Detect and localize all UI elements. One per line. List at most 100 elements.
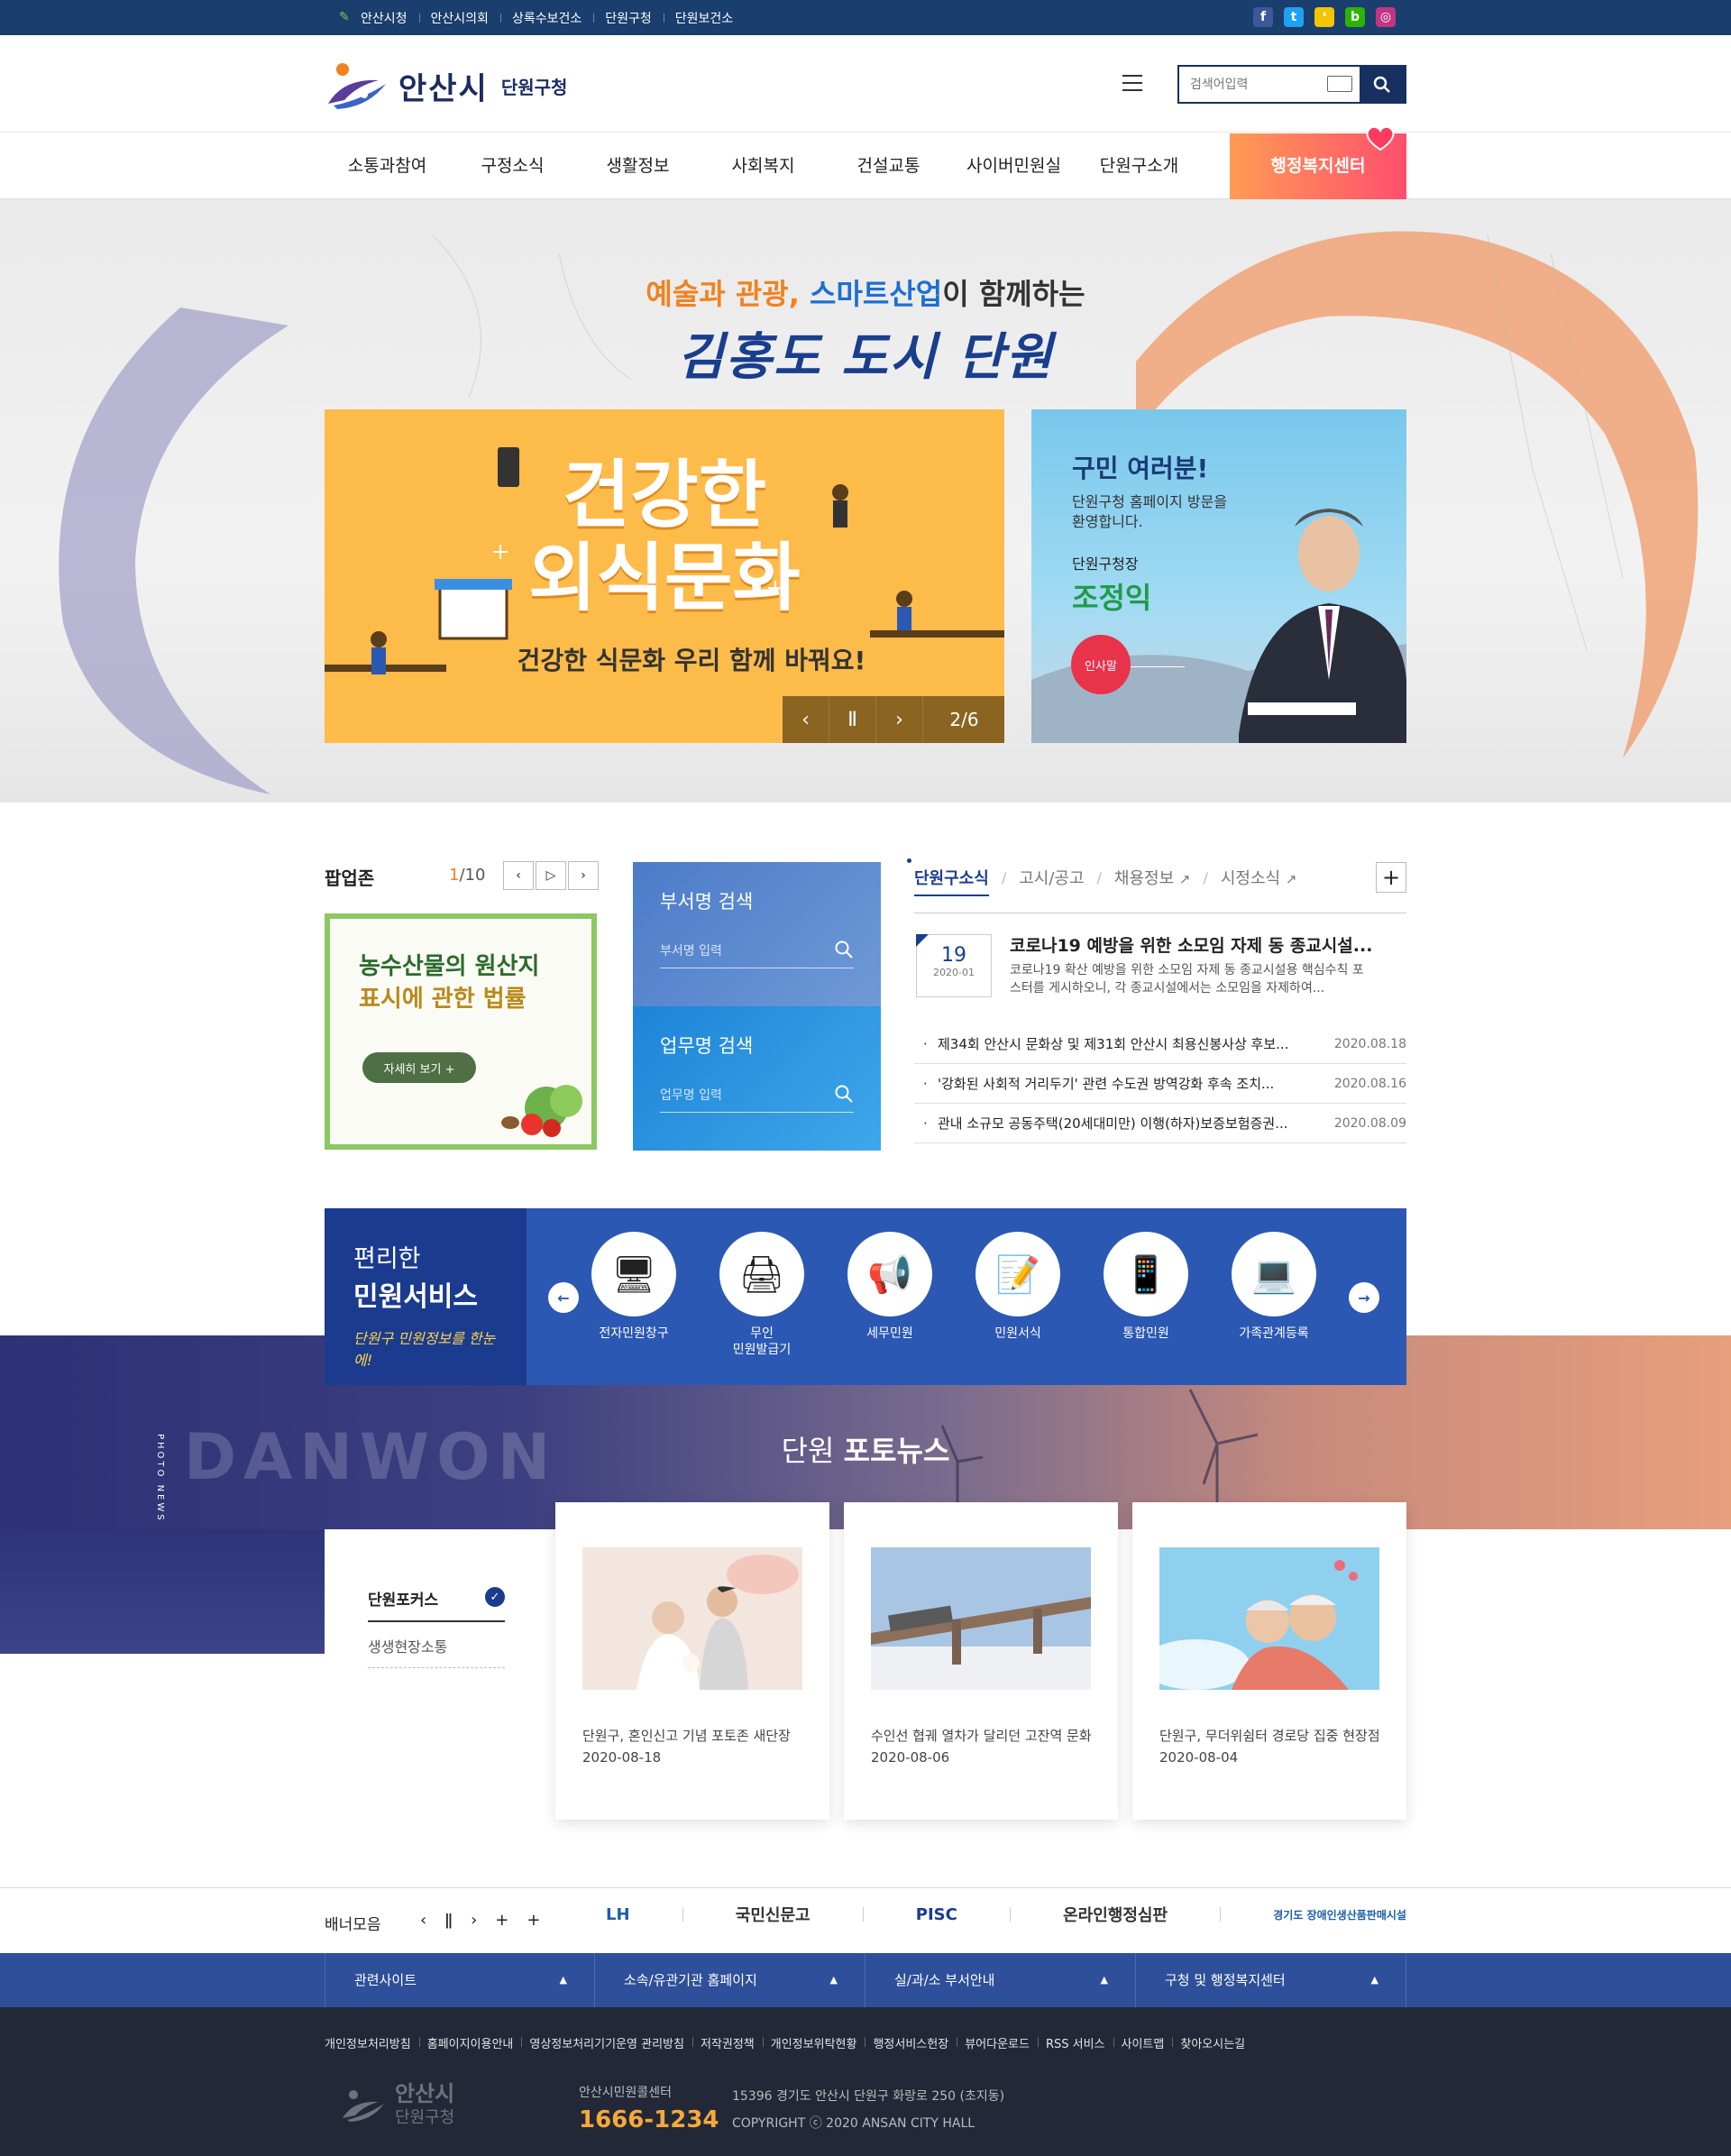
tab-recruit[interactable]: 채용정보 ↗ <box>1114 866 1191 889</box>
main-navigation: 소통과참여 구정소식 생활정보 사회복지 건설교통 사이버민원실 단원구소개 행… <box>0 125 1731 199</box>
affiliated-sites-select[interactable]: 소속/유관기관 홈페이지 ▲ <box>595 1953 866 2007</box>
popup-more-button[interactable]: 자세히 보기 + <box>362 1052 476 1083</box>
photonews-title: 단원 포토뉴스 <box>781 1434 950 1468</box>
nav-item-living-info[interactable]: 생활정보 <box>575 133 701 199</box>
list-item[interactable]: · 관내 소규모 공동주택(20세대미만) 이행(하자)보증보험증권... 2020… <box>914 1104 1406 1143</box>
footer-link[interactable]: RSS 서비스 <box>1037 2034 1113 2051</box>
dept-search-input[interactable]: 부서명 입력 <box>660 940 854 968</box>
banner-logo[interactable]: 국민신문고 <box>736 1903 811 1926</box>
footer-link[interactable]: 개인정보처리방침 <box>325 2034 419 2051</box>
photo-card-date: 2020-08-06 <box>871 1749 950 1766</box>
civil-service-item[interactable]: 🖥 전자민원창구 <box>591 1232 676 1358</box>
nav-welfare-center-button[interactable]: 행정복지센터 <box>1230 125 1406 199</box>
popup-banner[interactable]: 농수산물의 원산지 표시에 관한 법률 자세히 보기 + <box>325 913 597 1150</box>
nav-item-cyber-civil[interactable]: 사이버민원실 <box>951 133 1076 199</box>
photonews-menu-focus[interactable]: 단원포커스 ✓ <box>368 1587 505 1622</box>
family-link-council[interactable]: 안산시의회 <box>418 9 500 27</box>
banner-logo[interactable]: LH <box>606 1905 630 1924</box>
popup-prev-icon[interactable]: ‹ <box>503 861 534 890</box>
tab-city-news[interactable]: 시정소식 ↗ <box>1221 866 1297 889</box>
virtual-keyboard-icon[interactable] <box>1327 76 1352 92</box>
news-more-button[interactable]: + <box>1376 862 1406 893</box>
search-icon[interactable] <box>834 940 854 959</box>
greeting-button[interactable]: 인사말 <box>1071 635 1131 694</box>
nav-item-construction[interactable]: 건설교통 <box>826 133 951 199</box>
banner-next-icon[interactable]: › <box>471 1911 477 1930</box>
photo-card[interactable]: 단원구, 혼인신고 기념 포토존 새단장 2020-08-18 <box>555 1502 829 1820</box>
featured-news-desc: 코로나19 확산 예방을 위한 소모임 자제 동 종교시설용 핵심수칙 포스터를… <box>1010 963 1364 995</box>
footer-link[interactable]: 행정서비스헌장 <box>865 2034 957 2051</box>
footer-link[interactable]: 뷰어다운로드 <box>957 2034 1038 2051</box>
family-link-sangnoksu-health[interactable]: 상록수보건소 <box>499 9 593 27</box>
banner-logo[interactable]: 온라인행정심판 <box>1063 1903 1168 1926</box>
footer-link[interactable]: 개인정보위탁현황 <box>762 2034 866 2051</box>
all-menu-icon[interactable] <box>1122 75 1142 91</box>
civil-service-item[interactable]: 📱 통합민원 <box>1104 1232 1188 1358</box>
printer-icon: 🖨 <box>719 1232 804 1317</box>
next-arrow-icon[interactable]: › <box>876 696 923 743</box>
tab-notice[interactable]: 고시/공고 <box>1019 866 1084 889</box>
twitter-icon[interactable]: t <box>1284 7 1304 27</box>
search-button[interactable] <box>1360 67 1405 102</box>
service-next-icon[interactable]: → <box>1349 1282 1379 1313</box>
facebook-icon[interactable]: f <box>1253 7 1273 27</box>
related-sites-select[interactable]: 관련사이트 ▲ <box>325 1953 595 2007</box>
family-link-danwon-health[interactable]: 단원보건소 <box>663 9 745 27</box>
banner-logo[interactable]: PISC <box>916 1905 957 1924</box>
search-input[interactable] <box>1179 67 1327 102</box>
footer-link[interactable]: 영상정보처리기기운영 관리방침 <box>521 2034 692 2051</box>
instagram-icon[interactable]: ◎ <box>1376 7 1396 27</box>
nav-item-about[interactable]: 단원구소개 <box>1076 133 1202 199</box>
department-guide-select[interactable]: 실/과/소 부서안내 ▲ <box>866 1953 1136 2007</box>
photonews-menu-field[interactable]: 생생현장소통 <box>368 1622 505 1668</box>
civil-service-item[interactable]: 📝 민원서식 <box>975 1232 1060 1358</box>
civil-service-item[interactable]: 💻 가족관계등록 <box>1232 1232 1316 1358</box>
external-link-icon: ↗ <box>1178 871 1191 887</box>
kakaostory-icon[interactable]: ❛ <box>1314 7 1334 27</box>
search-icon[interactable] <box>834 1084 854 1104</box>
photo-card[interactable]: 수인선 협궤 열차가 달리던 고잔역 문화 2020-08-06 <box>844 1502 1118 1820</box>
popupzone-counter: 1/10 <box>449 866 486 885</box>
pen-icon: ✎ <box>339 9 350 24</box>
nav-item-welfare[interactable]: 사회복지 <box>701 133 826 199</box>
banner-more-icon[interactable]: + <box>527 1911 540 1930</box>
top-bar: ✎ 안산시청 안산시의회 상록수보건소 단원구청 단원보건소 f t ❛ b ◎ <box>0 0 1731 38</box>
nav-item-communication[interactable]: 소통과참여 <box>325 133 450 199</box>
task-search-input[interactable]: 업무명 입력 <box>660 1084 854 1113</box>
pause-icon[interactable]: Ⅱ <box>829 696 876 743</box>
footer-link[interactable]: 찾아오시는길 <box>1172 2034 1253 2051</box>
featured-news-title[interactable]: 코로나19 예방을 위한 소모임 자제 동 종교시설... <box>1010 932 1372 957</box>
mayor-role: 단원구청장 <box>1072 555 1139 573</box>
banner-prev-icon[interactable]: ‹ <box>420 1911 426 1930</box>
service-prev-icon[interactable]: ← <box>548 1282 579 1313</box>
civil-service-label: 민원서식 <box>994 1326 1041 1341</box>
site-logo[interactable]: 안산시 단원구청 <box>325 60 567 111</box>
footer-link[interactable]: 홈페이지이용안내 <box>418 2034 522 2051</box>
footer-link[interactable]: 사이트맵 <box>1113 2034 1173 2051</box>
call-center-number[interactable]: 1666-1234 <box>579 2106 719 2133</box>
civil-service-item[interactable]: 🖨 무인 민원발급기 <box>719 1232 804 1358</box>
office-center-select[interactable]: 구청 및 행정복지센터 ▲ <box>1136 1953 1406 2007</box>
family-link-ansan-city[interactable]: ✎ 안산시청 <box>337 9 419 38</box>
dept-search-box: 부서명 검색 부서명 입력 <box>633 862 881 1006</box>
banner-pause-icon[interactable]: ǁ <box>444 1911 453 1930</box>
main-visual: 예술과 관광, 스마트산업이 함께하는 김홍도 도시 단원 건강한 외식문화 건강… <box>0 199 1731 803</box>
tab-danwon-news[interactable]: 단원구소식 <box>907 858 989 896</box>
photo-card[interactable]: 단원구, 무더위쉼터 경로당 집중 현장점 2020-08-04 <box>1132 1502 1406 1820</box>
civil-service-item[interactable]: 📢 세무민원 <box>847 1232 932 1358</box>
list-item[interactable]: · '강화된 사회적 거리두기' 관련 수도권 방역강화 후속 조치... 2020… <box>914 1064 1406 1104</box>
blog-icon[interactable]: b <box>1345 7 1365 27</box>
nav-item-district-news[interactable]: 구정소식 <box>450 133 575 199</box>
popup-next-icon[interactable]: › <box>568 861 599 890</box>
banner-add-icon[interactable]: + <box>495 1911 508 1930</box>
banner-logo[interactable]: 경기도 장애인생산품판매시설 <box>1273 1907 1406 1922</box>
main-banner-slide[interactable]: 건강한 외식문화 건강한 식문화 우리 함께 바꿔요! ‹ Ⅱ › 2/6 <box>325 409 1004 743</box>
list-item[interactable]: · 제34회 안산시 문화상 및 제31회 안산시 최용신봉사상 후보... 202… <box>914 1024 1406 1064</box>
prev-arrow-icon[interactable]: ‹ <box>783 696 829 743</box>
family-link-danwon-office[interactable]: 단원구청 <box>593 9 664 27</box>
footer-link[interactable]: 저작권정책 <box>691 2034 763 2051</box>
popup-play-icon[interactable]: ▷ <box>536 861 566 890</box>
mobile-touch-icon: 📱 <box>1104 1232 1188 1317</box>
logo-sub-text: 단원구청 <box>500 76 568 98</box>
mayor-greeting-desc: 단원구청 홈페이지 방문을 환영합니다. <box>1072 493 1228 530</box>
